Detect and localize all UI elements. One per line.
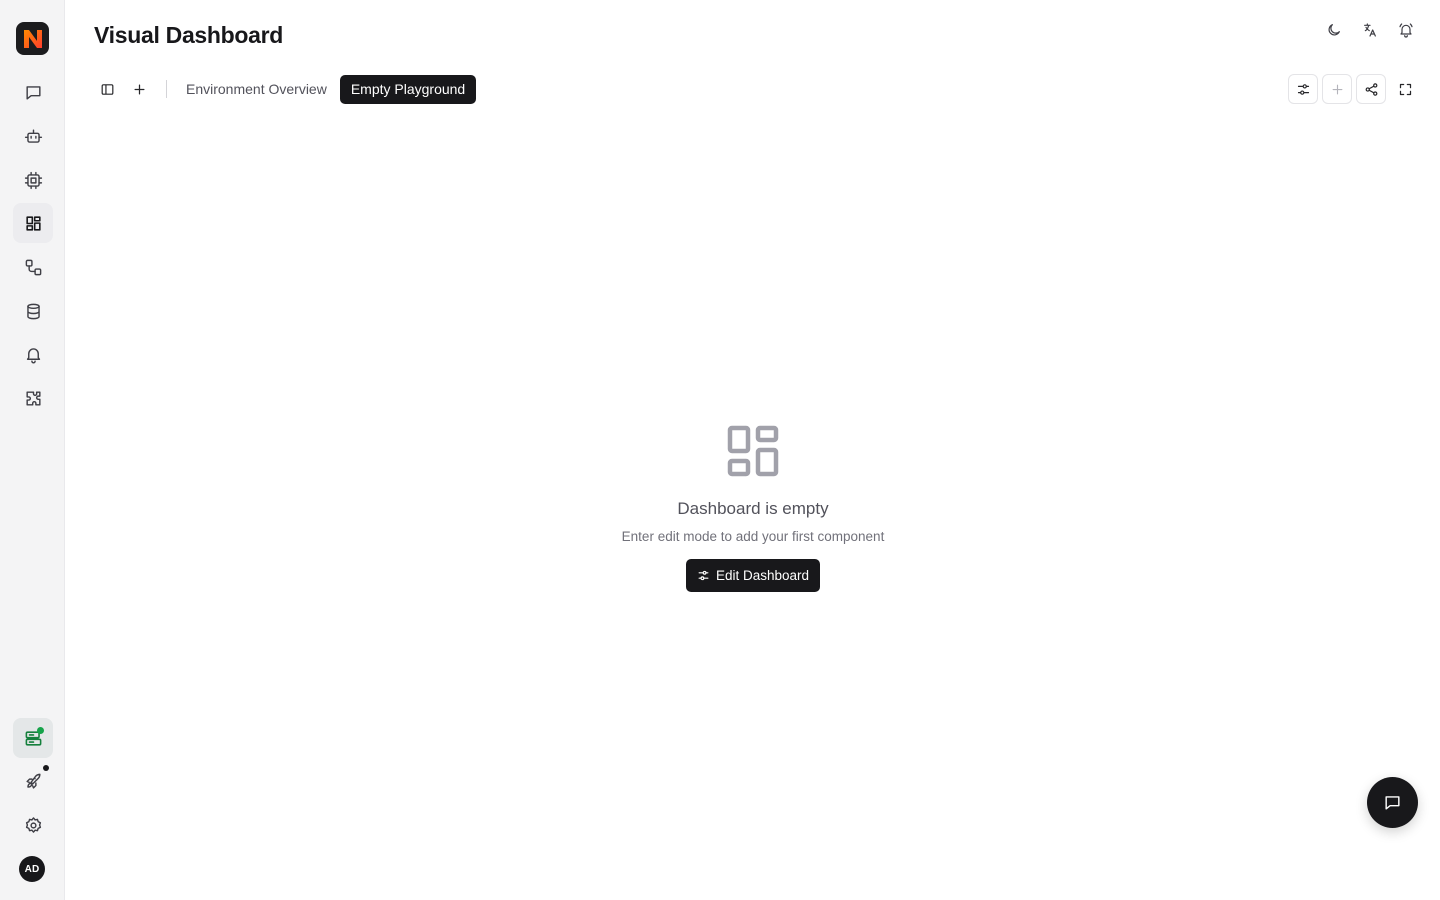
share-icon <box>1365 82 1377 96</box>
bell-icon <box>26 347 40 363</box>
translate-icon <box>1364 23 1376 37</box>
sidebar-item-deploy[interactable] <box>13 761 53 801</box>
sidebar-item-environment[interactable] <box>13 718 53 758</box>
sidebar-item-plugins[interactable] <box>13 378 53 418</box>
chat-icon <box>25 85 41 100</box>
sidebar-item-agents[interactable] <box>13 116 53 156</box>
notifications-button[interactable] <box>1392 16 1420 44</box>
bell-ring-icon <box>1399 23 1413 38</box>
empty-state: Dashboard is empty Enter edit mode to ad… <box>66 425 1440 592</box>
add-icon <box>1332 84 1342 94</box>
tab-environment-overview[interactable]: Environment Overview <box>175 75 338 104</box>
edit-sliders-icon <box>698 570 709 581</box>
sidebar: AD <box>0 0 65 900</box>
toggle-panel-button[interactable] <box>94 76 120 102</box>
chat-fab-button[interactable] <box>1367 777 1418 828</box>
user-avatar[interactable]: AD <box>19 856 45 882</box>
main-content: Visual Dashboard Environment Overview Em… <box>66 0 1440 900</box>
tab-divider <box>166 80 167 98</box>
sidebar-item-data[interactable] <box>13 291 53 331</box>
sidebar-item-chat[interactable] <box>13 72 53 112</box>
add-component-button[interactable] <box>1322 74 1352 104</box>
edit-mode-button[interactable] <box>1288 74 1318 104</box>
sidebar-item-dashboard[interactable] <box>13 203 53 243</box>
language-button[interactable] <box>1356 16 1384 44</box>
gear-icon <box>25 816 41 833</box>
rocket-icon <box>25 773 41 789</box>
header-actions <box>1320 16 1420 44</box>
fullscreen-button[interactable] <box>1390 74 1420 104</box>
app-logo[interactable] <box>16 22 49 55</box>
environment-status-dot <box>37 727 44 734</box>
deploy-notification-dot <box>43 765 49 771</box>
empty-state-title: Dashboard is empty <box>677 499 829 518</box>
workflow-icon <box>25 259 41 275</box>
edit-sliders-icon <box>1297 83 1309 95</box>
sidebar-item-models[interactable] <box>13 160 53 200</box>
bot-icon <box>24 128 42 143</box>
dashboard-tools <box>1288 74 1420 104</box>
empty-state-subtitle: Enter edit mode to add your first compon… <box>621 529 885 544</box>
page-title: Visual Dashboard <box>94 22 284 48</box>
edit-dashboard-button[interactable]: Edit Dashboard <box>685 559 821 592</box>
sidebar-panel-icon <box>101 83 113 95</box>
chat-icon <box>1385 796 1400 810</box>
database-icon <box>26 303 40 319</box>
moon-icon <box>1328 24 1340 36</box>
dashboard-icon <box>25 215 41 231</box>
tab-empty-playground[interactable]: Empty Playground <box>339 74 477 104</box>
theme-toggle-button[interactable] <box>1320 16 1348 44</box>
dashboard-tabbar: Environment Overview Empty Playground <box>94 74 478 104</box>
dashboard-layout-icon <box>727 425 779 477</box>
sidebar-item-workflows[interactable] <box>13 247 53 287</box>
sidebar-item-alerts[interactable] <box>13 334 53 374</box>
add-tab-button[interactable] <box>126 76 152 102</box>
cpu-icon <box>24 171 42 189</box>
share-button[interactable] <box>1356 74 1386 104</box>
puzzle-icon <box>25 390 41 406</box>
fullscreen-icon <box>1399 83 1411 95</box>
edit-dashboard-label: Edit Dashboard <box>715 568 810 583</box>
plus-icon <box>134 84 144 94</box>
sidebar-item-settings[interactable] <box>13 805 53 845</box>
